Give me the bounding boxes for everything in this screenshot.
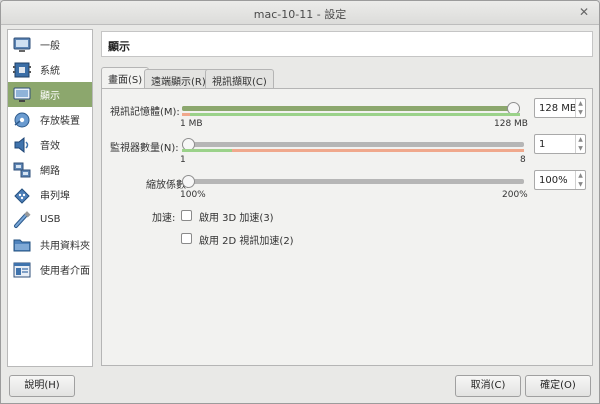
scale-factor-max-label: 200% xyxy=(502,190,528,200)
video-memory-min-label: 1 MB xyxy=(180,119,203,129)
scale-factor-slider[interactable] xyxy=(182,175,524,188)
sidebar-item-label: 顯示 xyxy=(40,91,60,102)
sidebar-item-display[interactable]: 顯示 xyxy=(8,82,92,107)
acceleration-label: 加速: xyxy=(152,213,176,224)
sidebar-item-label: 網路 xyxy=(40,166,60,177)
section-header: 顯示 xyxy=(101,31,593,57)
enable-3d-label[interactable]: 啟用 3D 加速(3) xyxy=(199,209,274,224)
settings-sidebar: 一般 系統 顯示 存放裝置 音效 網路 串列埠 USB 共用資料夾 使用者介面 xyxy=(7,29,93,367)
video-memory-range-indicator xyxy=(182,113,520,116)
sidebar-item-shared-folders[interactable]: 共用資料夾 xyxy=(8,232,92,257)
sidebar-item-label: 存放裝置 xyxy=(40,116,80,127)
sidebar-item-storage[interactable]: 存放裝置 xyxy=(8,107,92,132)
sidebar-item-serial-ports[interactable]: 串列埠 xyxy=(8,182,92,207)
enable-3d-checkbox[interactable] xyxy=(181,210,192,221)
monitor-count-spinbox[interactable]: 1 ▲ ▼ xyxy=(534,134,586,154)
screen-tab-panel: 視訊記憶體(M): 1 MB 128 MB 128 MB ▲ ▼ 監視器數量(N)… xyxy=(101,88,593,366)
monitor-icon xyxy=(12,36,32,54)
monitor-count-slider[interactable] xyxy=(182,138,524,151)
tab-screen[interactable]: 畫面(S) xyxy=(101,67,150,89)
sidebar-item-label: 音效 xyxy=(40,141,60,152)
scale-factor-spinbox[interactable]: 100% ▲ ▼ xyxy=(534,170,586,190)
sidebar-item-system[interactable]: 系統 xyxy=(8,57,92,82)
enable-2d-checkbox[interactable] xyxy=(181,233,192,244)
monitor-count-range-indicator xyxy=(182,149,524,152)
user-interface-icon xyxy=(12,261,32,279)
spin-arrows-icon[interactable]: ▲ ▼ xyxy=(575,99,585,117)
scale-factor-min-label: 100% xyxy=(180,190,206,200)
window-title: mac-10-11 - 設定 xyxy=(253,8,347,21)
sidebar-item-label: 串列埠 xyxy=(40,191,70,202)
sidebar-item-label: 一般 xyxy=(40,41,60,52)
sidebar-item-user-interface[interactable]: 使用者介面 xyxy=(8,257,92,282)
close-icon[interactable]: ✕ xyxy=(579,5,589,19)
network-icon xyxy=(12,161,32,179)
speaker-icon xyxy=(12,136,32,154)
scale-factor-slider-handle[interactable] xyxy=(182,175,195,188)
help-button[interactable]: 說明(H) xyxy=(9,375,75,397)
folder-icon xyxy=(12,236,32,254)
monitor-count-value: 1 xyxy=(539,139,546,150)
tab-recording[interactable]: 視訊擷取(C) xyxy=(205,69,274,89)
video-memory-slider-fill xyxy=(182,106,520,111)
video-memory-slider[interactable] xyxy=(182,102,520,115)
sidebar-item-label: 使用者介面 xyxy=(40,266,90,277)
monitor-count-max-label: 8 xyxy=(520,155,526,165)
tab-remote-display[interactable]: 遠端顯示(R) xyxy=(144,69,213,89)
sidebar-item-general[interactable]: 一般 xyxy=(8,32,92,57)
sidebar-item-label: 共用資料夾 xyxy=(40,241,90,252)
spin-arrows-icon[interactable]: ▲ ▼ xyxy=(575,135,585,153)
video-memory-value: 128 MB xyxy=(539,103,577,114)
sidebar-item-audio[interactable]: 音效 xyxy=(8,132,92,157)
sidebar-item-network[interactable]: 網路 xyxy=(8,157,92,182)
video-memory-spinbox[interactable]: 128 MB ▲ ▼ xyxy=(534,98,586,118)
cancel-button[interactable]: 取消(C) xyxy=(455,375,521,397)
spin-arrows-icon[interactable]: ▲ ▼ xyxy=(575,171,585,189)
scale-factor-value: 100% xyxy=(539,175,568,186)
sidebar-item-label: USB xyxy=(40,214,61,225)
storage-icon xyxy=(12,111,32,129)
monitor-count-min-label: 1 xyxy=(180,155,186,165)
chip-icon xyxy=(12,61,32,79)
display-icon xyxy=(12,86,32,104)
settings-window: mac-10-11 - 設定 ✕ 一般 系統 顯示 存放裝置 音效 網路 串列埠… xyxy=(0,0,600,404)
usb-icon xyxy=(12,210,32,229)
video-memory-label: 視訊記憶體(M): xyxy=(110,107,180,118)
enable-2d-label[interactable]: 啟用 2D 視訊加速(2) xyxy=(199,232,294,247)
sidebar-item-usb[interactable]: USB xyxy=(8,207,92,232)
serial-port-icon xyxy=(12,186,32,204)
monitor-count-label: 監視器數量(N): xyxy=(110,143,179,154)
title-bar[interactable]: mac-10-11 - 設定 ✕ xyxy=(1,1,599,25)
sidebar-item-label: 系統 xyxy=(40,66,60,77)
video-memory-max-label: 128 MB xyxy=(494,119,528,129)
page-title: 顯示 xyxy=(108,40,130,53)
ok-button[interactable]: 確定(O) xyxy=(525,375,591,397)
